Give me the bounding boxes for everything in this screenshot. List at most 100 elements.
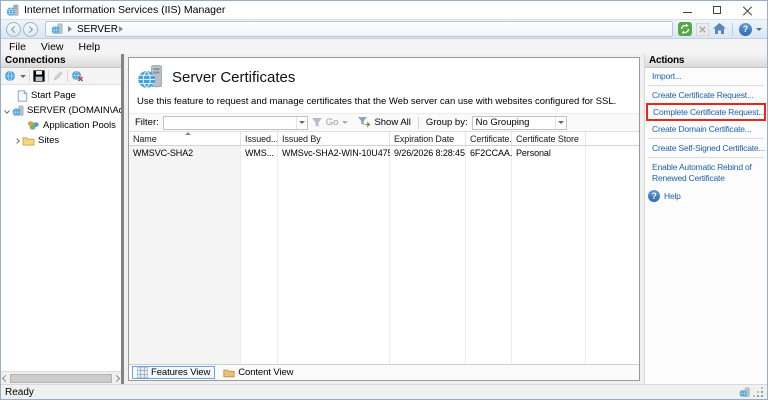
breadcrumb-separator-icon[interactable] bbox=[119, 26, 123, 32]
menu-view[interactable]: View bbox=[41, 41, 64, 53]
connections-toolbar bbox=[1, 68, 121, 85]
connections-hscrollbar[interactable] bbox=[1, 371, 121, 384]
breadcrumb-separator-icon bbox=[68, 26, 72, 32]
tree-item-application-pools[interactable]: Application Pools bbox=[1, 118, 121, 133]
breadcrumb[interactable]: SERVER bbox=[45, 21, 673, 37]
cell-issued-to: WMS... bbox=[241, 146, 278, 160]
filter-toolbar: Filter: Go Show All Group by: No Groupin… bbox=[129, 113, 639, 132]
start-page-icon bbox=[17, 90, 28, 102]
group-by-select[interactable]: No Grouping bbox=[472, 116, 567, 130]
certificates-list: Name Issued... Issued By Expiration Date… bbox=[129, 132, 639, 380]
filter-input[interactable] bbox=[164, 117, 296, 128]
restart-icon[interactable] bbox=[678, 22, 692, 36]
list-header: Name Issued... Issued By Expiration Date… bbox=[129, 132, 639, 146]
address-bar: SERVER ? bbox=[1, 19, 767, 39]
tab-content-view[interactable]: Content View bbox=[219, 366, 297, 379]
stop-icon[interactable] bbox=[696, 23, 709, 36]
action-import[interactable]: Import... bbox=[645, 68, 767, 84]
tree-item-sites[interactable]: Sites bbox=[1, 133, 121, 148]
breadcrumb-server[interactable]: SERVER bbox=[77, 24, 118, 35]
chevron-down-icon[interactable] bbox=[4, 108, 10, 114]
status-text: Ready bbox=[5, 387, 34, 398]
show-all-button[interactable]: Show All bbox=[374, 117, 410, 128]
menu-help[interactable]: Help bbox=[79, 41, 101, 53]
application-pools-icon bbox=[27, 120, 40, 131]
help-action[interactable]: ? Help bbox=[645, 186, 767, 202]
content-area: Connections Start Page SERV bbox=[1, 54, 767, 384]
page-description: Use this feature to request and manage c… bbox=[129, 92, 639, 113]
action-enable-automatic-rebind[interactable]: Enable Automatic Rebind of Renewed Certi… bbox=[645, 159, 767, 186]
column-header-cert-hash[interactable]: Certificate... bbox=[466, 132, 512, 145]
actions-separator bbox=[648, 85, 764, 86]
status-bar: Ready bbox=[1, 384, 767, 399]
scroll-left-icon[interactable] bbox=[2, 374, 9, 381]
go-button[interactable]: Go bbox=[326, 117, 339, 128]
tree-item-label: Application Pools bbox=[43, 120, 116, 131]
action-complete-certificate-request[interactable]: Complete Certificate Request... bbox=[648, 105, 764, 119]
actions-separator bbox=[648, 138, 764, 139]
cell-expiration: 9/26/2026 8:28:45 ... bbox=[390, 146, 466, 160]
column-header-expiration[interactable]: Expiration Date bbox=[390, 132, 466, 145]
cell-issued-by: WMSvc-SHA2-WIN-10U475M... bbox=[278, 146, 390, 160]
minimize-button[interactable] bbox=[672, 2, 702, 18]
group-by-dropdown-icon[interactable] bbox=[555, 117, 566, 129]
help-icon[interactable]: ? bbox=[739, 23, 752, 36]
column-header-cert-store[interactable]: Certificate Store bbox=[512, 132, 586, 145]
show-all-icon bbox=[358, 117, 370, 128]
help-icon: ? bbox=[648, 190, 660, 202]
server-certificates-icon bbox=[137, 64, 163, 90]
action-create-domain-certificate[interactable]: Create Domain Certificate... bbox=[645, 121, 767, 137]
window-title: Internet Information Services (IIS) Mana… bbox=[24, 4, 672, 16]
tree-item-label: SERVER (DOMAIN\Administra bbox=[27, 105, 121, 116]
column-stripes bbox=[129, 146, 639, 364]
tree-item-label: Sites bbox=[38, 135, 59, 146]
actions-header: Actions bbox=[645, 54, 767, 68]
delete-connection-icon[interactable] bbox=[71, 70, 84, 83]
column-header-name[interactable]: Name bbox=[129, 132, 241, 145]
filter-input-box[interactable] bbox=[163, 116, 308, 130]
connections-tree: Start Page SERVER (DOMAIN\Administra App… bbox=[1, 85, 121, 371]
tab-features-view[interactable]: Features View bbox=[132, 366, 215, 379]
go-funnel-icon bbox=[312, 118, 322, 128]
iis-status-icon bbox=[739, 387, 750, 398]
scroll-right-icon[interactable] bbox=[113, 374, 120, 381]
actions-separator bbox=[648, 157, 764, 158]
action-create-self-signed-certificate[interactable]: Create Self-Signed Certificate... bbox=[645, 140, 767, 156]
column-header-issued-to[interactable]: Issued... bbox=[241, 132, 278, 145]
features-view-icon bbox=[137, 367, 148, 378]
action-create-certificate-request[interactable]: Create Certificate Request... bbox=[645, 87, 767, 103]
forward-button[interactable] bbox=[23, 22, 38, 37]
title-bar: Internet Information Services (IIS) Mana… bbox=[1, 1, 767, 19]
go-dropdown-icon[interactable] bbox=[342, 121, 348, 124]
help-label: Help bbox=[664, 191, 681, 201]
table-row[interactable]: WMSVC-SHA2 WMS... WMSvc-SHA2-WIN-10U475M… bbox=[129, 146, 639, 160]
group-by-label: Group by: bbox=[426, 117, 468, 128]
back-button[interactable] bbox=[6, 22, 21, 37]
maximize-button[interactable] bbox=[702, 2, 732, 18]
help-dropdown-icon[interactable] bbox=[756, 28, 762, 31]
filter-dropdown-icon[interactable] bbox=[296, 117, 307, 129]
maximize-icon bbox=[713, 6, 721, 14]
main-panel: Server Certificates Use this feature to … bbox=[124, 54, 644, 384]
toolbar-separator bbox=[418, 117, 419, 129]
back-arrow-icon bbox=[11, 25, 18, 32]
tree-item-start-page[interactable]: Start Page bbox=[1, 88, 121, 103]
tree-item-server[interactable]: SERVER (DOMAIN\Administra bbox=[1, 103, 121, 118]
list-body: WMSVC-SHA2 WMS... WMSvc-SHA2-WIN-10U475M… bbox=[129, 146, 639, 364]
toolbar-separator bbox=[67, 70, 68, 82]
resize-grip[interactable] bbox=[753, 387, 763, 397]
home-icon[interactable] bbox=[713, 23, 726, 35]
save-icon bbox=[33, 70, 45, 82]
actions-panel: Actions Import... Create Certificate Req… bbox=[644, 54, 767, 384]
connection-dropdown-icon[interactable] bbox=[20, 75, 26, 78]
close-button[interactable] bbox=[732, 2, 762, 18]
create-connection-icon[interactable] bbox=[4, 70, 17, 83]
menu-file[interactable]: File bbox=[9, 41, 26, 53]
column-header-issued-by[interactable]: Issued By bbox=[278, 132, 390, 145]
chevron-right-icon[interactable] bbox=[14, 138, 20, 144]
toolbar-separator bbox=[732, 23, 733, 36]
iis-manager-window: Internet Information Services (IIS) Mana… bbox=[0, 0, 768, 400]
scrollbar-thumb[interactable] bbox=[10, 374, 112, 383]
cell-cert-store: Personal bbox=[512, 146, 586, 160]
tree-item-label: Start Page bbox=[31, 90, 76, 101]
